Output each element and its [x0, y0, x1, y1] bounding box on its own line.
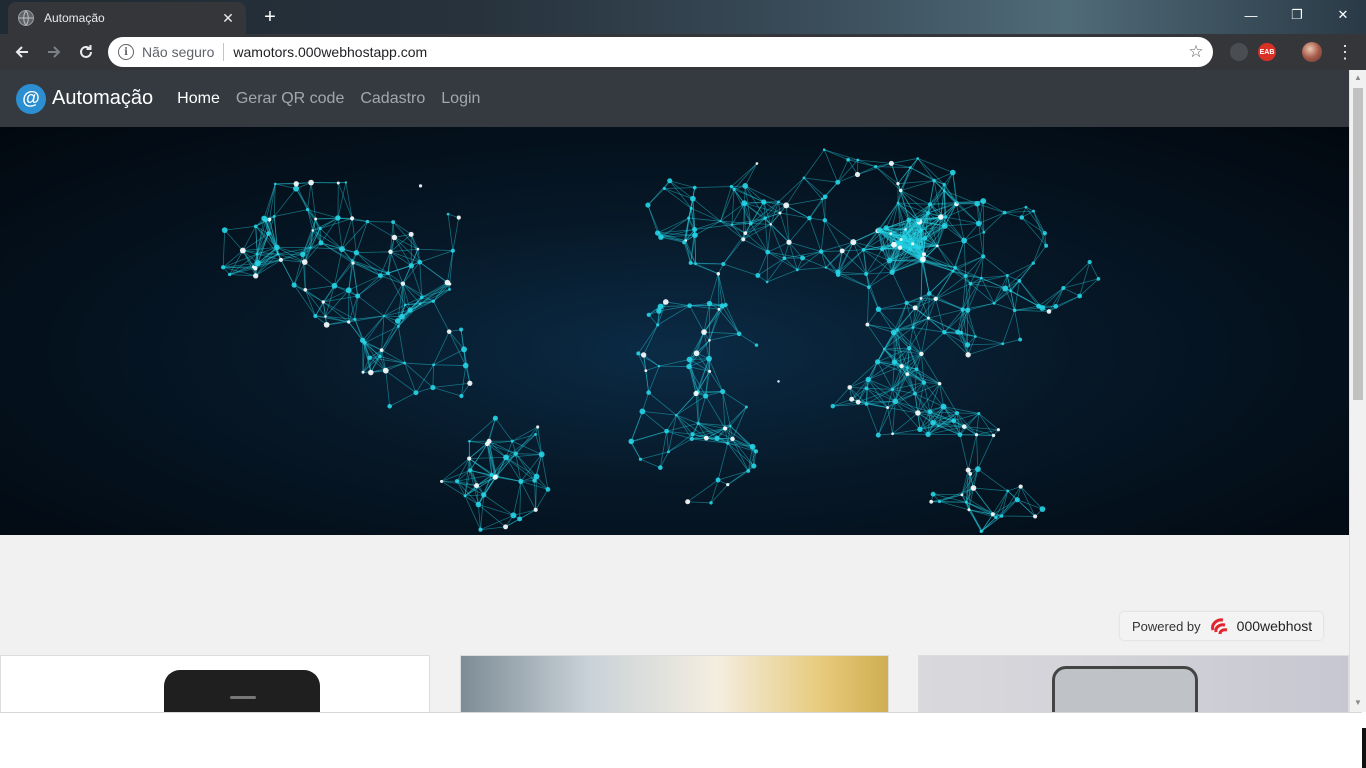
- browser-toolbar: i Não seguro wamotors.000webhostapp.com …: [0, 34, 1366, 70]
- scroll-down-icon[interactable]: ▼: [1353, 698, 1363, 708]
- bookmark-star-icon[interactable]: ☆: [1179, 42, 1213, 62]
- nav-link-gerar-qr-code[interactable]: Gerar QR code: [236, 90, 344, 108]
- world-network-graphic: [220, 148, 1101, 534]
- reload-icon[interactable]: [74, 40, 98, 64]
- profile-avatar[interactable]: [1302, 42, 1322, 62]
- bottom-blank-area: [0, 712, 1362, 768]
- nav-link-home[interactable]: Home: [177, 90, 220, 108]
- phone-image: [164, 670, 320, 712]
- webhost-logo-icon: [1210, 618, 1228, 635]
- site-navbar: @ Automação Home Gerar QR code Cadastro …: [0, 70, 1349, 127]
- address-bar[interactable]: i Não seguro wamotors.000webhostapp.com …: [108, 37, 1213, 67]
- brand-logo[interactable]: @: [16, 83, 46, 114]
- nav-link-cadastro[interactable]: Cadastro: [360, 90, 425, 108]
- forward-arrow-icon[interactable]: [42, 40, 66, 64]
- browser-tab[interactable]: Automação ✕: [8, 2, 246, 34]
- browser-titlebar: Automação ✕ + — ❐ ✕: [0, 0, 1366, 34]
- new-tab-icon[interactable]: +: [258, 6, 282, 30]
- url-text[interactable]: wamotors.000webhostapp.com: [233, 44, 1179, 60]
- info-icon[interactable]: i: [118, 44, 134, 60]
- network-nodes: [220, 148, 1101, 534]
- close-icon[interactable]: ✕: [220, 10, 236, 27]
- globe-icon: [18, 10, 34, 26]
- extension-icon[interactable]: [1230, 43, 1248, 61]
- feature-card-3[interactable]: [918, 655, 1349, 712]
- brand-name[interactable]: Automação: [52, 87, 153, 110]
- omnibox-divider: [223, 43, 225, 61]
- powered-by-label: Powered by: [1132, 618, 1201, 634]
- browser-menu-icon[interactable]: ⋮: [1336, 40, 1354, 64]
- device-image: [1052, 666, 1198, 712]
- network-links: [222, 149, 1099, 532]
- security-label[interactable]: Não seguro: [142, 44, 214, 60]
- powered-by-badge[interactable]: Powered by 000webhost: [1120, 612, 1323, 640]
- scroll-up-icon[interactable]: ▲: [1353, 73, 1363, 83]
- feature-card-2[interactable]: [460, 655, 889, 712]
- tab-title: Automação: [44, 11, 105, 25]
- back-arrow-icon[interactable]: [10, 40, 34, 64]
- taskbar-edge: [1362, 728, 1366, 768]
- webhost-name: 000webhost: [1236, 618, 1313, 634]
- window-close-icon[interactable]: ✕: [1320, 0, 1366, 30]
- minimize-icon[interactable]: —: [1228, 0, 1274, 30]
- hero-world-map-image: [0, 127, 1349, 535]
- feature-card-1[interactable]: [0, 655, 430, 712]
- web-page: @ Automação Home Gerar QR code Cadastro …: [0, 70, 1349, 712]
- restore-icon[interactable]: ❐: [1274, 0, 1320, 30]
- adblock-extension-icon[interactable]: EAB: [1258, 43, 1276, 61]
- scrollbar-thumb[interactable]: [1353, 88, 1363, 400]
- nav-link-login[interactable]: Login: [441, 90, 480, 108]
- page-scrollbar[interactable]: ▲ ▼: [1349, 70, 1366, 712]
